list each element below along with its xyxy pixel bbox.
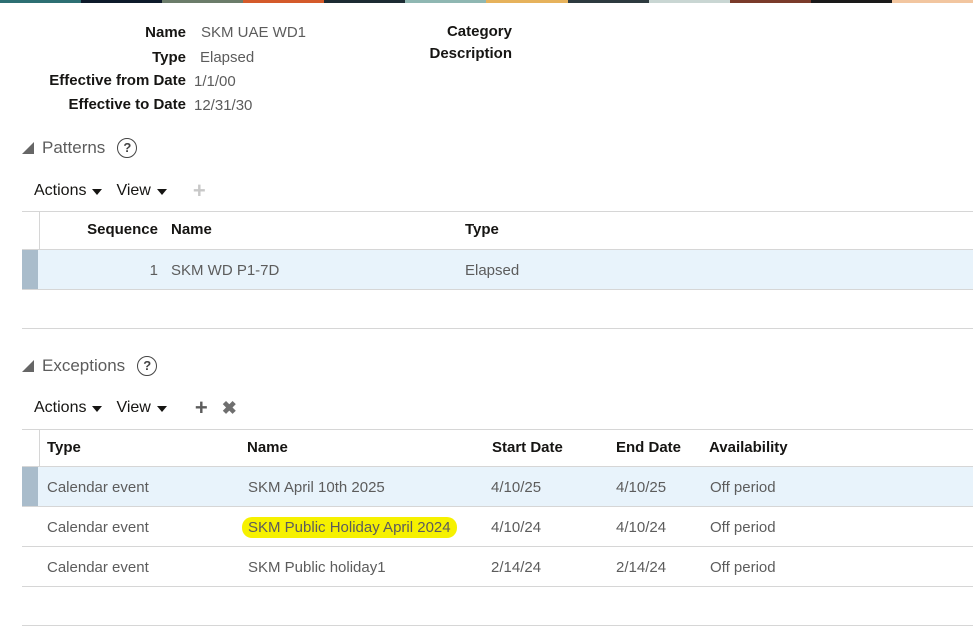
add-icon[interactable]: + bbox=[195, 397, 208, 419]
cell-availability: Off period bbox=[710, 479, 776, 496]
cell-type: Calendar event bbox=[47, 559, 149, 576]
col-header-availability[interactable]: Availability bbox=[709, 439, 788, 456]
description-label: Description bbox=[429, 45, 512, 62]
banner-segment bbox=[0, 0, 82, 3]
patterns-actions-menu[interactable]: Actions bbox=[34, 182, 103, 200]
table-border bbox=[22, 546, 973, 547]
patterns-toolbar: Actions View + bbox=[34, 180, 206, 202]
exceptions-actions-menu[interactable]: Actions bbox=[34, 399, 103, 417]
cell-availability: Off period bbox=[710, 559, 776, 576]
cell-start-date: 2/14/24 bbox=[491, 559, 542, 576]
add-icon[interactable]: + bbox=[193, 180, 206, 202]
effective-from-label: Effective from Date bbox=[49, 72, 186, 89]
cell-name-highlighted: SKM Public Holiday April 2024 bbox=[242, 517, 457, 538]
cell-start-date: 4/10/24 bbox=[491, 519, 542, 536]
col-header-end-date[interactable]: End Date bbox=[616, 439, 681, 456]
banner-segment bbox=[486, 0, 568, 3]
effective-from-value: 1/1/00 bbox=[194, 73, 236, 90]
col-header-start-date[interactable]: Start Date bbox=[492, 439, 563, 456]
banner-segment bbox=[810, 0, 892, 3]
banner-segment bbox=[729, 0, 811, 3]
name-label: Name bbox=[145, 24, 186, 41]
cell-end-date: 4/10/24 bbox=[616, 519, 667, 536]
caret-down-icon bbox=[156, 406, 167, 412]
banner-segment bbox=[891, 0, 973, 3]
category-label: Category bbox=[446, 23, 512, 40]
patterns-view-menu[interactable]: View bbox=[116, 182, 167, 200]
name-value: SKM UAE WD1 bbox=[201, 24, 307, 41]
col-header-type[interactable]: Type bbox=[465, 221, 499, 238]
caret-down-icon bbox=[156, 189, 167, 195]
banner-segment bbox=[162, 0, 244, 3]
cell-availability: Off period bbox=[710, 519, 776, 536]
banner-segment bbox=[567, 0, 649, 3]
view-label: View bbox=[116, 399, 151, 416]
row-selector[interactable] bbox=[22, 250, 38, 289]
exceptions-toolbar: Actions View + ✖ bbox=[34, 397, 237, 419]
col-header-sequence[interactable]: Sequence bbox=[87, 221, 158, 238]
col-header-name[interactable]: Name bbox=[247, 439, 288, 456]
actions-label: Actions bbox=[34, 399, 87, 416]
cell-name: SKM Public holiday1 bbox=[248, 559, 386, 576]
banner-segment bbox=[243, 0, 325, 3]
banner-segment bbox=[405, 0, 487, 3]
row-selector[interactable] bbox=[22, 467, 38, 506]
effective-to-value: 12/31/30 bbox=[194, 97, 253, 114]
help-icon[interactable]: ? bbox=[137, 356, 158, 376]
table-border bbox=[22, 429, 973, 430]
cell-type: Calendar event bbox=[47, 479, 149, 496]
effective-to-label: Effective to Date bbox=[68, 96, 186, 113]
patterns-section-header[interactable]: Patterns ? bbox=[22, 138, 138, 158]
caret-down-icon bbox=[92, 406, 103, 412]
col-header-name[interactable]: Name bbox=[171, 221, 212, 238]
table-border bbox=[39, 429, 40, 466]
cell-end-date: 4/10/25 bbox=[616, 479, 667, 496]
cell-type: Elapsed bbox=[465, 262, 520, 279]
cell-type: Calendar event bbox=[47, 519, 149, 536]
cell-sequence: 1 bbox=[149, 262, 158, 279]
collapse-triangle-icon[interactable] bbox=[22, 142, 34, 154]
table-border bbox=[22, 506, 973, 507]
exceptions-section-header[interactable]: Exceptions ? bbox=[22, 356, 158, 376]
section-divider bbox=[22, 625, 973, 626]
exceptions-title: Exceptions bbox=[42, 356, 126, 375]
cell-end-date: 2/14/24 bbox=[616, 559, 667, 576]
cell-name: SKM WD P1-7D bbox=[171, 262, 280, 279]
table-border bbox=[22, 211, 973, 212]
banner-segment bbox=[324, 0, 406, 3]
exceptions-view-menu[interactable]: View bbox=[116, 399, 167, 417]
table-border bbox=[22, 289, 973, 290]
actions-label: Actions bbox=[34, 182, 87, 199]
patterns-title: Patterns bbox=[42, 138, 106, 157]
col-header-type[interactable]: Type bbox=[47, 439, 81, 456]
delete-icon[interactable]: ✖ bbox=[222, 399, 237, 417]
table-border bbox=[39, 211, 40, 249]
top-banner-strip bbox=[0, 0, 973, 3]
view-label: View bbox=[116, 182, 151, 199]
cell-name: SKM April 10th 2025 bbox=[248, 479, 385, 496]
caret-down-icon bbox=[92, 189, 103, 195]
type-label: Type bbox=[152, 49, 186, 66]
banner-segment bbox=[648, 0, 730, 3]
type-value: Elapsed bbox=[200, 49, 255, 66]
help-icon[interactable]: ? bbox=[117, 138, 138, 158]
highlight-marker: SKM Public Holiday April 2024 bbox=[242, 517, 457, 538]
collapse-triangle-icon[interactable] bbox=[22, 360, 34, 372]
table-border bbox=[22, 586, 973, 587]
cell-start-date: 4/10/25 bbox=[491, 479, 542, 496]
section-divider bbox=[22, 328, 973, 329]
banner-segment bbox=[81, 0, 163, 3]
